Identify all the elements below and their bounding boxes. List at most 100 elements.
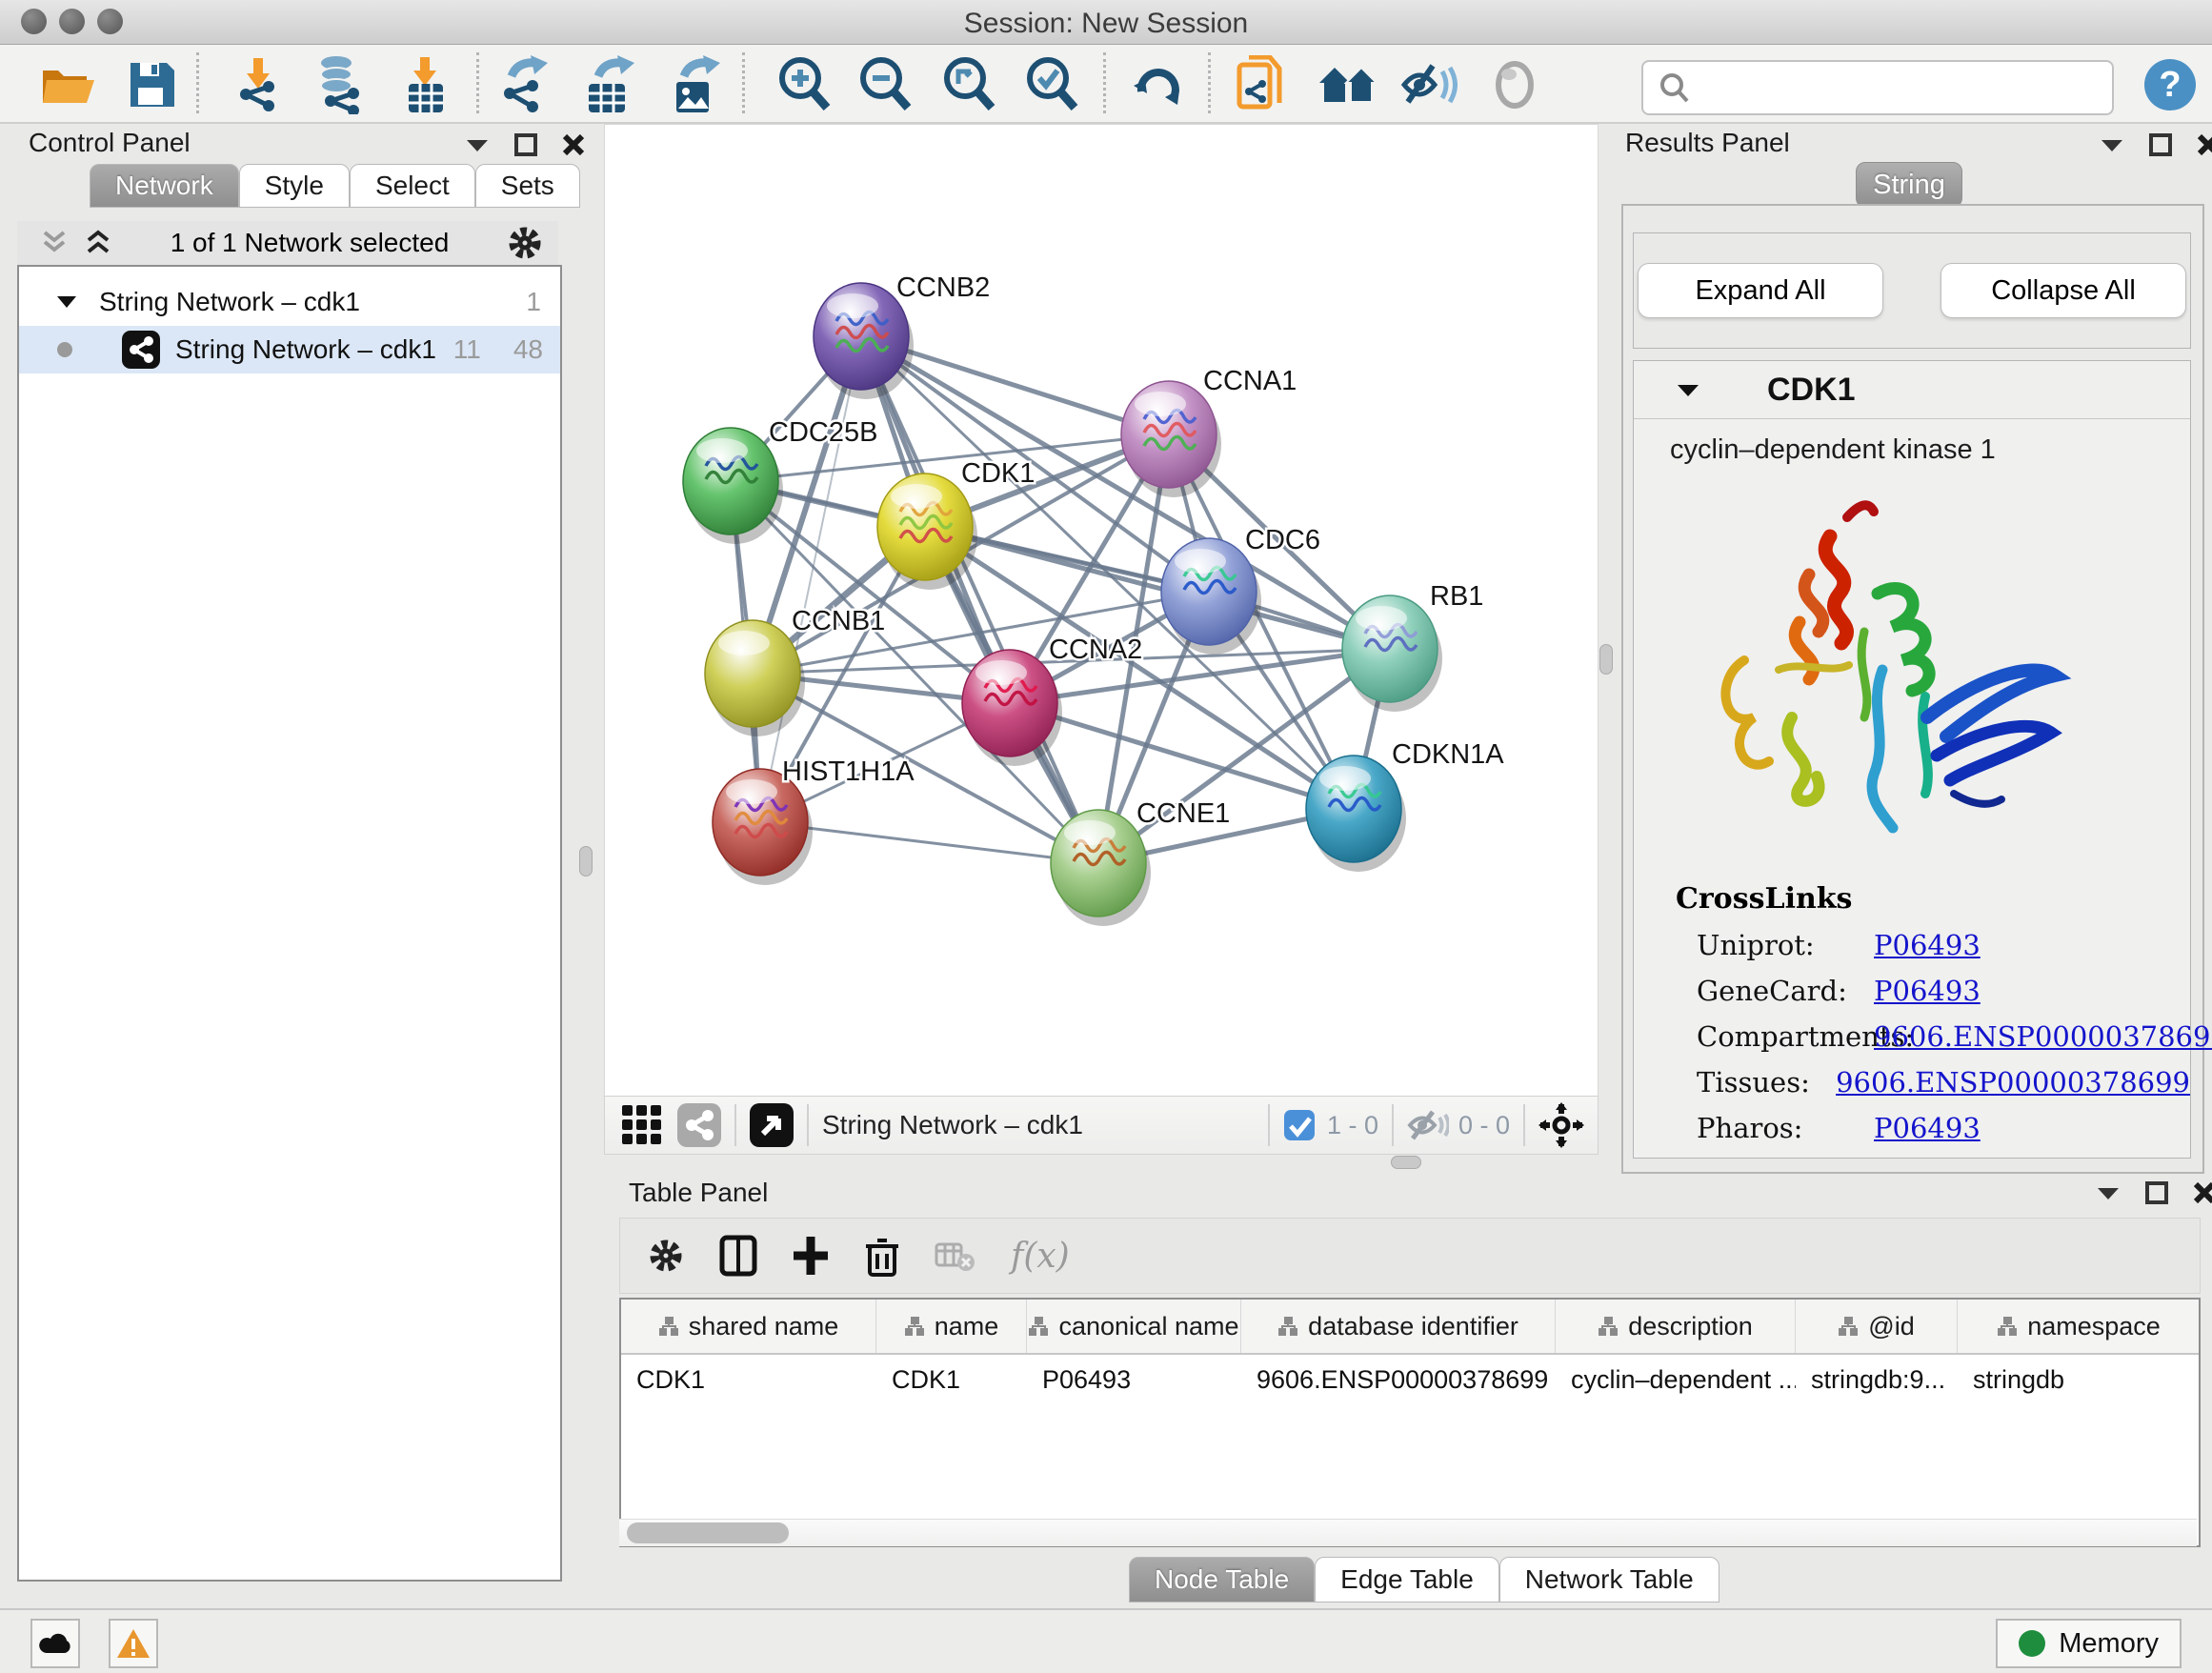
expand-all-icon[interactable] — [84, 229, 112, 257]
table-cell[interactable]: stringdb — [1958, 1365, 2201, 1395]
collapse-node-icon[interactable] — [1676, 381, 1700, 398]
collection-expand-icon[interactable] — [55, 293, 78, 311]
expand-all-button[interactable]: Expand All — [1638, 263, 1883, 318]
column-header-shared-name[interactable]: shared name — [621, 1300, 876, 1353]
birds-eye-icon[interactable] — [1538, 1102, 1584, 1148]
main-toolbar: ? — [0, 45, 2212, 124]
network-node-CCNA1[interactable] — [1121, 381, 1221, 497]
selected-checkbox-icon[interactable] — [1283, 1109, 1316, 1141]
table-gear-icon[interactable] — [647, 1237, 685, 1275]
column-header-database-identifier[interactable]: database identifier — [1241, 1300, 1556, 1353]
column-selector-icon[interactable] — [719, 1235, 757, 1277]
tab-network-table[interactable]: Network Table — [1499, 1557, 1719, 1602]
panel-menu-icon[interactable] — [2100, 136, 2124, 153]
bottom-divider-handle[interactable] — [1391, 1156, 1421, 1169]
tab-node-table[interactable]: Node Table — [1129, 1557, 1315, 1602]
table-toolbar: f(x) — [619, 1218, 2201, 1294]
delete-table-icon — [935, 1239, 976, 1273]
refresh-icon[interactable] — [1127, 54, 1188, 115]
add-column-icon[interactable] — [792, 1235, 830, 1277]
crosslink-label: Uniprot: — [1697, 929, 1874, 961]
hidden-eye-icon[interactable] — [1407, 1108, 1449, 1142]
network-node-CDK1[interactable] — [877, 474, 977, 590]
delete-column-icon[interactable] — [864, 1235, 900, 1277]
network-node-CDKN1A[interactable] — [1306, 756, 1406, 872]
collapse-all-icon[interactable] — [40, 229, 69, 257]
crosslink-link[interactable]: P06493 — [1874, 929, 1981, 961]
collapse-all-button[interactable]: Collapse All — [1941, 263, 2186, 318]
zoom-in-icon[interactable] — [774, 54, 835, 115]
column-header-name[interactable]: name — [876, 1300, 1027, 1353]
show-all-icon[interactable] — [1484, 54, 1545, 115]
crosslink-link[interactable]: 9606.ENSP00000378699 — [1836, 1066, 2190, 1099]
crosslink-label: Compartments: — [1697, 1020, 1874, 1053]
import-network-icon[interactable] — [229, 54, 290, 115]
string-results-box: Expand All Collapse All CDK1 cyclin–depe… — [1621, 204, 2204, 1174]
close-panel-icon[interactable] — [2197, 133, 2212, 156]
open-session-icon[interactable] — [36, 54, 97, 115]
table-cell[interactable]: stringdb:9... — [1796, 1365, 1958, 1395]
zoom-out-icon[interactable] — [855, 54, 916, 115]
tab-sets[interactable]: Sets — [475, 164, 580, 208]
network-view-toolbar: String Network – cdk1 1 - 0 0 - 0 — [604, 1096, 1599, 1155]
export-network-icon[interactable] — [493, 54, 554, 115]
float-panel-icon[interactable] — [514, 133, 537, 156]
export-image-icon[interactable] — [665, 54, 726, 115]
hide-selected-icon[interactable] — [1398, 54, 1459, 115]
table-horizontal-scrollbar[interactable] — [619, 1519, 2197, 1546]
crosslink-link[interactable]: 9606.ENSP00000378699 — [1874, 1020, 2212, 1053]
table-row[interactable]: CDK1CDK1P064939606.ENSP00000378699cyclin… — [621, 1355, 2199, 1404]
table-cell[interactable]: cyclin–dependent ... — [1556, 1365, 1796, 1395]
tab-edge-table[interactable]: Edge Table — [1315, 1557, 1499, 1602]
detach-view-icon[interactable] — [750, 1103, 794, 1147]
memory-button[interactable]: Memory — [1996, 1619, 2182, 1668]
tab-select[interactable]: Select — [350, 164, 475, 208]
column-header-namespace[interactable]: namespace — [1958, 1300, 2201, 1353]
crosslink-row: Pharos:P06493 — [1697, 1112, 2190, 1144]
left-divider-handle[interactable] — [579, 846, 593, 877]
crosslink-link[interactable]: P06493 — [1874, 1112, 1981, 1144]
table-cell[interactable]: 9606.ENSP00000378699 — [1241, 1365, 1556, 1395]
table-cell[interactable]: CDK1 — [876, 1365, 1027, 1395]
gear-icon[interactable] — [507, 225, 543, 261]
zoom-selected-icon[interactable] — [1022, 54, 1083, 115]
help-icon[interactable]: ? — [2140, 54, 2201, 115]
export-table-icon[interactable] — [579, 54, 640, 115]
network-canvas[interactable]: CCNB2CCNA1CDC25BCDK1CDC6RB1CCNB1CCNA2CDK… — [604, 124, 1599, 1098]
float-panel-icon[interactable] — [2145, 1181, 2168, 1204]
node-label-CDC6: CDC6 — [1245, 525, 1320, 555]
save-session-icon[interactable] — [122, 54, 183, 115]
grid-view-icon[interactable] — [620, 1103, 664, 1147]
import-table-icon[interactable] — [396, 54, 457, 115]
column-header-canonical-name[interactable]: canonical name — [1027, 1300, 1241, 1353]
share-view-icon[interactable] — [677, 1103, 721, 1147]
tab-network[interactable]: Network — [90, 164, 239, 208]
tab-string[interactable]: String — [1856, 162, 1962, 208]
column-header-@id[interactable]: @id — [1796, 1300, 1958, 1353]
home-icon[interactable] — [1317, 54, 1378, 115]
panel-menu-icon[interactable] — [2096, 1184, 2121, 1201]
share-session-icon[interactable] — [1232, 54, 1293, 115]
tab-style[interactable]: Style — [239, 164, 350, 208]
table-panel-title: Table Panel — [629, 1178, 768, 1208]
search-input[interactable] — [1699, 72, 2112, 104]
table-cell[interactable]: CDK1 — [621, 1365, 876, 1395]
zoom-fit-icon[interactable] — [939, 54, 1000, 115]
cloud-button[interactable] — [30, 1619, 80, 1668]
panel-menu-icon[interactable] — [465, 136, 490, 153]
close-panel-icon[interactable] — [2193, 1181, 2212, 1204]
import-database-icon[interactable] — [310, 54, 371, 115]
close-panel-icon[interactable] — [562, 133, 585, 156]
network-collection-row[interactable]: String Network – cdk1 1 — [19, 278, 560, 326]
column-header-description[interactable]: description — [1556, 1300, 1796, 1353]
node-label-HIST1H1A: HIST1H1A — [782, 756, 915, 787]
float-panel-icon[interactable] — [2149, 133, 2172, 156]
right-divider-handle[interactable] — [1599, 644, 1613, 675]
network-node-CCNA2[interactable] — [962, 650, 1062, 766]
crosslink-row: Uniprot:P06493 — [1697, 929, 2190, 961]
crosslink-link[interactable]: P06493 — [1874, 975, 1981, 1007]
warnings-button[interactable] — [109, 1619, 158, 1668]
network-node-RB1[interactable] — [1342, 595, 1442, 712]
table-cell[interactable]: P06493 — [1027, 1365, 1241, 1395]
network-row-selected[interactable]: String Network – cdk1 11 48 — [19, 326, 560, 373]
